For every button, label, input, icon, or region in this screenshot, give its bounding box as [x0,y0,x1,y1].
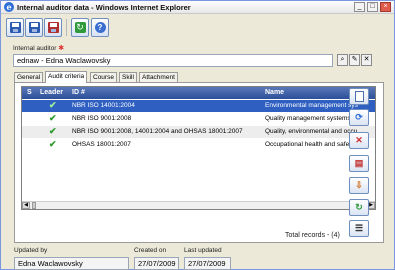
created-on-label: Created on [134,247,167,254]
auditor-field[interactable]: ednaw - Edna Waclawovsky [13,54,333,67]
list-options-button[interactable]: ☰ [349,220,369,237]
close-button[interactable]: × [380,2,391,12]
table-row[interactable]: ✔ NBR ISO 9001:2008, 14001:2004 and OHSA… [22,126,375,138]
column-header-s[interactable]: S [27,89,32,96]
save-and-close-button[interactable] [44,18,62,37]
horizontal-scrollbar[interactable]: ◀ ▶ [22,201,375,209]
last-updated-label: Last updated [184,247,222,254]
reload-icon: ↻ [355,202,363,212]
tab-panel: S Leader ID # Name ✔ NBR ISO 14001:2004 … [14,82,384,243]
save-button[interactable] [6,18,24,37]
scroll-left-icon[interactable]: ◀ [22,202,30,209]
total-records: Total records - (4) [285,232,340,239]
save-close-icon [47,22,59,33]
view-document-icon: ▤ [354,158,364,168]
grid-header: S Leader ID # Name [22,87,375,99]
tab-audit-criteria[interactable]: Audit criteria [45,71,88,83]
auditor-label-text: Internal auditor [13,45,57,52]
search-auditor-button[interactable]: ⌕ [337,54,348,66]
window-title: Internal auditor data - Windows Internet… [17,3,191,12]
updated-by-field: Edna Waclawovsky [14,257,129,270]
scroll-thumb[interactable] [32,202,36,209]
required-icon: ✱ [58,45,65,52]
new-document-icon [354,91,364,102]
toolbar-separator [66,19,67,36]
leader-check-icon: ✔ [49,113,57,123]
created-on-field: 27/07/2009 [134,257,179,270]
audit-criteria-grid: S Leader ID # Name ✔ NBR ISO 14001:2004 … [21,86,376,210]
export-icon: ⇩ [355,180,363,190]
column-header-name[interactable]: Name [265,89,284,96]
table-row[interactable]: ✔ NBR ISO 9001:2008 Quality management s… [22,113,375,125]
view-record-button[interactable]: ▤ [349,155,369,172]
updated-by-label: Updated by [14,247,48,254]
column-header-leader[interactable]: Leader [40,89,63,96]
leader-check-icon: ✔ [49,126,57,136]
save-and-new-button[interactable] [25,18,43,37]
app-window: e Internal auditor data - Windows Intern… [0,0,395,270]
help-button[interactable]: ? [91,18,109,37]
delete-record-button[interactable]: ✕ [349,132,369,149]
table-row[interactable]: ✔ NBR ISO 14001:2004 Environmental manag… [22,100,375,112]
row-id: NBR ISO 9001:2008 [72,115,132,122]
help-icon: ? [94,22,106,33]
auditor-label: Internal auditor ✱ [13,44,64,52]
add-record-button[interactable] [349,88,369,105]
minimize-button[interactable]: _ [354,2,365,12]
refresh-icon: ↻ [74,22,86,33]
last-updated-field: 27/07/2009 [184,257,231,270]
edit-icon: ⟳ [355,112,363,122]
edit-auditor-button[interactable]: ✎ [349,54,360,66]
row-id: NBR ISO 9001:2008, 14001:2004 and OHSAS … [72,128,243,135]
delete-icon: ✕ [355,135,363,145]
list-icon: ☰ [354,223,364,233]
clear-auditor-button[interactable]: ✕ [361,54,372,66]
reload-button[interactable]: ↻ [349,199,369,216]
refresh-button[interactable]: ↻ [71,18,89,37]
title-bar: e Internal auditor data - Windows Intern… [1,1,394,14]
maximize-button[interactable]: □ [367,2,378,12]
row-id: OHSAS 18001:2007 [72,141,131,148]
table-row[interactable]: ✔ OHSAS 18001:2007 Occupational health a… [22,139,375,151]
column-header-id[interactable]: ID # [72,89,85,96]
save-icon [9,22,21,33]
export-button[interactable]: ⇩ [349,177,369,194]
leader-check-icon: ✔ [49,100,57,110]
edit-record-button[interactable]: ⟳ [349,109,369,126]
internet-explorer-icon: e [4,2,14,12]
leader-check-icon: ✔ [49,139,57,149]
row-id: NBR ISO 14001:2004 [72,102,135,109]
save-new-icon [28,22,40,33]
